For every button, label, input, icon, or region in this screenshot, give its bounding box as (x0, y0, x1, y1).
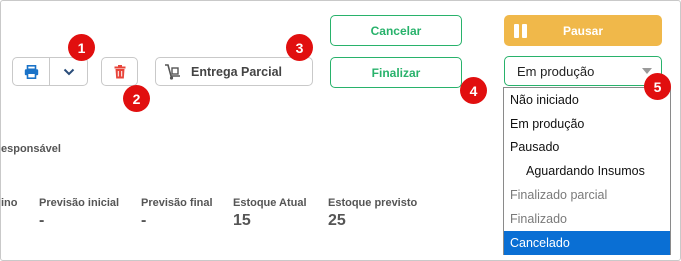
partial-delivery-label: Entrega Parcial (191, 64, 283, 79)
field-value-previsao-final: - (141, 212, 147, 229)
field-label-estoque-atual: Estoque Atual (233, 197, 307, 209)
status-select[interactable]: Em produção (504, 56, 662, 86)
delete-button[interactable] (101, 57, 138, 86)
cancel-label: Cancelar (370, 23, 422, 38)
status-option-finalizado-parcial: Finalizado parcial (510, 188, 608, 203)
cancel-button[interactable]: Cancelar (330, 15, 462, 46)
order-panel: Entrega Parcial Cancelar Finalizar Pausa… (0, 0, 681, 261)
field-value-estoque-previsto: 25 (328, 212, 346, 229)
chevron-down-icon (63, 68, 74, 75)
field-value-previsao-inicial: - (39, 212, 45, 229)
pause-icon (514, 24, 528, 38)
field-value-estoque-atual: 15 (233, 212, 251, 229)
field-label-previsao-final: Previsão final (141, 197, 213, 209)
status-option-pausado[interactable]: Pausado (504, 136, 670, 160)
status-option-em-producao[interactable]: Em produção (504, 112, 670, 136)
partial-delivery-button[interactable]: Entrega Parcial (155, 57, 313, 86)
field-label-destino: ino (1, 197, 18, 209)
hand-truck-icon (165, 63, 180, 80)
print-options-button[interactable] (50, 58, 87, 85)
annotation-badge-3: 3 (286, 34, 313, 61)
annotation-badge-1: 1 (68, 34, 95, 61)
status-option-finalizado: Finalizado (510, 211, 567, 226)
print-button[interactable] (13, 58, 50, 85)
status-option-aguardando-insumos[interactable]: Aguardando Insumos (504, 159, 670, 183)
trash-icon (114, 64, 125, 78)
annotation-badge-5: 5 (644, 73, 671, 100)
print-split-button (12, 57, 88, 86)
responsavel-label: esponsável (1, 143, 61, 155)
annotation-badge-4: 4 (460, 77, 487, 104)
finalize-label: Finalizar (371, 65, 421, 80)
field-label-estoque-previsto: Estoque previsto (328, 197, 418, 209)
status-dropdown-list: Não iniciado Em produção Pausado Aguarda… (503, 87, 671, 255)
printer-icon (24, 64, 38, 79)
pause-button[interactable]: Pausar (504, 15, 662, 46)
pause-label: Pausar (562, 23, 604, 38)
status-option-cancelado[interactable]: Cancelado (504, 230, 670, 255)
annotation-badge-2: 2 (123, 85, 150, 112)
status-selected-value: Em produção (517, 63, 595, 79)
caret-down-icon (642, 68, 652, 74)
field-label-previsao-inicial: Previsão inicial (39, 197, 120, 209)
finalize-button[interactable]: Finalizar (330, 57, 462, 88)
